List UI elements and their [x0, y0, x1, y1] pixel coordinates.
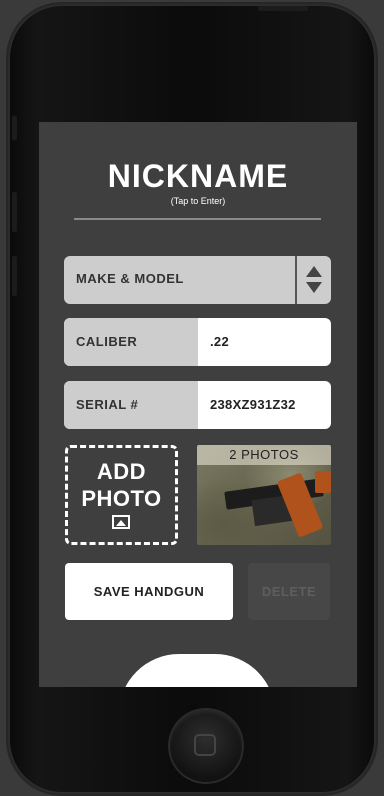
add-photo-button[interactable]: ADD PHOTO	[65, 445, 178, 545]
caliber-label: CALIBER	[76, 334, 138, 349]
home-button[interactable]	[170, 710, 242, 782]
caliber-field[interactable]: CALIBER .22	[64, 318, 331, 366]
handgun-image-magazine	[315, 471, 331, 493]
save-handgun-label: SAVE HANDGUN	[93, 584, 205, 599]
select-arrows-icon[interactable]	[295, 256, 331, 304]
delete-label: DELETE	[261, 584, 317, 599]
home-square-icon	[194, 734, 216, 756]
save-handgun-button[interactable]: SAVE HANDGUN	[65, 563, 233, 620]
make-model-select[interactable]: MAKE & MODEL	[64, 256, 331, 304]
volume-down-button	[12, 256, 17, 296]
image-icon	[112, 515, 130, 529]
power-button	[258, 6, 308, 11]
nickname-field[interactable]: NICKNAME	[39, 158, 357, 195]
volume-up-button	[12, 192, 17, 232]
divider	[74, 218, 321, 220]
add-photo-line2: PHOTO	[81, 486, 162, 511]
delete-button[interactable]: DELETE	[248, 563, 330, 620]
arrow-up-icon	[306, 266, 322, 277]
photo-count-label: 2 PHOTOS	[197, 445, 331, 465]
app-screen: NICKNAME (Tap to Enter) MAKE & MODEL CAL…	[39, 122, 357, 687]
serial-value[interactable]: 238XZ931Z32	[210, 397, 296, 412]
caliber-label-box: CALIBER	[64, 318, 198, 366]
serial-field[interactable]: SERIAL # 238XZ931Z32	[64, 381, 331, 429]
arrow-down-icon	[306, 282, 322, 293]
mute-switch	[12, 116, 17, 140]
serial-label-box: SERIAL #	[64, 381, 198, 429]
add-photo-line1: ADD	[96, 459, 147, 484]
caliber-value[interactable]: .22	[210, 334, 229, 349]
add-photo-label: ADD PHOTO	[68, 458, 175, 512]
make-model-label: MAKE & MODEL	[76, 271, 184, 286]
photo-gallery-thumbnail[interactable]: 2 PHOTOS	[197, 445, 331, 545]
serial-label: SERIAL #	[76, 397, 139, 412]
bottom-tab-handle[interactable]	[119, 654, 275, 687]
nickname-hint: (Tap to Enter)	[170, 196, 226, 206]
